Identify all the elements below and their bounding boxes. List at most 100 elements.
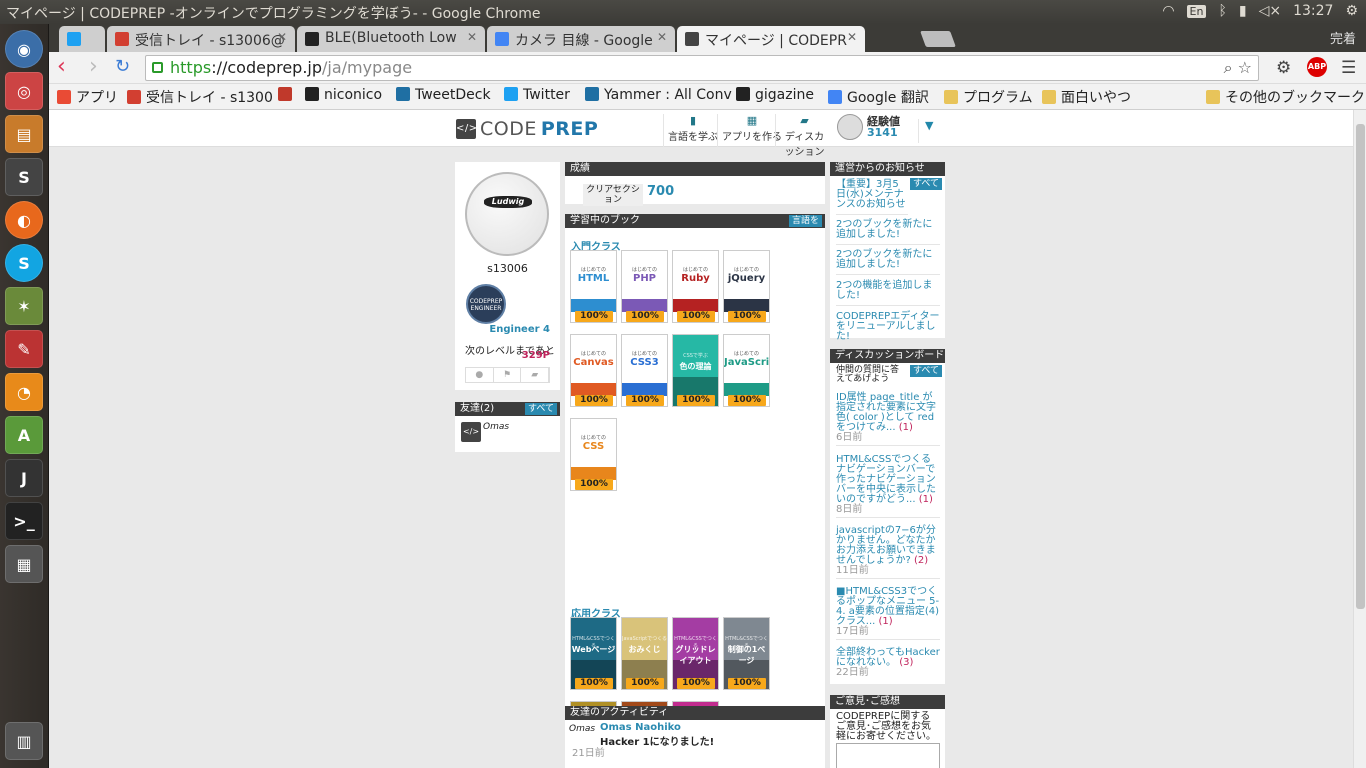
page-scrollbar[interactable] <box>1353 110 1366 768</box>
bluetooth-icon[interactable]: ᛒ <box>1218 3 1226 19</box>
notices-all-link[interactable]: すべて <box>909 178 942 190</box>
adblock-plus-icon[interactable]: ABP <box>1307 57 1327 77</box>
friend-avatar-codeprep[interactable]: </> <box>461 422 481 442</box>
bookmark-niconico[interactable]: niconico <box>305 87 382 103</box>
eclipse-icon[interactable]: ◔ <box>5 373 43 411</box>
friends-all-link[interactable]: すべて <box>524 403 557 415</box>
flag-icon[interactable]: ⚑ <box>494 368 522 382</box>
file-manager-icon[interactable]: ▤ <box>5 115 43 153</box>
notice-item[interactable]: 2つのブックを新たに追加しました! <box>836 250 940 275</box>
search-icon[interactable]: ⌕ <box>1224 58 1233 77</box>
bookmark-folder-fun[interactable]: 面白いやつ <box>1042 87 1131 107</box>
board-item-title[interactable]: ID属性 page_title が指定された要素に文字色( color )として… <box>836 392 936 433</box>
board-item-title[interactable]: 全部終わってもHackerになれない。 <box>836 647 940 668</box>
logo-text-prep: PREP <box>540 118 599 140</box>
dash-home-icon[interactable]: ◉ <box>5 30 43 68</box>
book-card[interactable]: はじめての Canvas 100% <box>570 334 617 407</box>
board-item[interactable]: HTML&CSSでつくるナビゲーションバーで作ったナビゲーションバーを中央に表示… <box>836 455 940 518</box>
terminal-icon[interactable]: >_ <box>5 502 43 540</box>
chrome-icon[interactable]: ◎ <box>5 72 43 110</box>
close-tab-icon[interactable]: ✕ <box>277 30 287 44</box>
system-settings-icon[interactable]: ✎ <box>5 330 43 368</box>
new-tab-button[interactable] <box>920 31 956 47</box>
bookmark-apps[interactable]: アプリ <box>57 87 118 107</box>
battery-icon[interactable]: ▮ <box>1239 3 1247 19</box>
tab-google-search[interactable]: カメラ 目線 - Google ✕ <box>487 26 675 52</box>
friend-avatar-omas[interactable]: Omas <box>483 422 509 442</box>
nav-learn-language[interactable]: ▮ 言語を学ぶ <box>663 114 722 147</box>
scrollbar-thumb[interactable] <box>1356 124 1365 609</box>
wifi-icon[interactable]: ◠ <box>1162 3 1174 19</box>
address-bar[interactable]: https://codeprep.jp/ja/mypage ⌕ ☆ <box>145 55 1259 81</box>
tab-gmail[interactable]: 受信トレイ - s13006@ ✕ <box>107 26 295 52</box>
board-item[interactable]: ID属性 page_title が指定された要素に文字色( color )として… <box>836 393 940 446</box>
feedback-box: ご意見･ご感想 CODEPREPに関するご意見･ご感想をお気軽にお寄せください。 <box>830 695 945 768</box>
intellij-icon[interactable]: J <box>5 459 43 497</box>
bookmark-unknown[interactable] <box>278 87 297 103</box>
firefox-icon[interactable]: ◐ <box>5 201 43 239</box>
book-card[interactable]: はじめての PHP 100% <box>621 250 668 323</box>
book-card[interactable]: JavaScriptでつくる おみくじ 100% <box>621 617 668 690</box>
comment-icon[interactable]: ▰ <box>521 368 550 382</box>
sublime-text-icon[interactable]: S <box>5 158 43 196</box>
codeprep-logo[interactable]: </> CODE PREP <box>456 118 598 140</box>
trash-icon[interactable]: ▥ <box>5 722 43 760</box>
chevron-down-icon[interactable]: ▼ <box>918 119 933 143</box>
person-icon[interactable]: ● <box>466 368 494 382</box>
board-item[interactable]: 全部終わってもHackerになれない。 (3) 22日前 <box>836 648 940 680</box>
back-arrow-icon[interactable]: ‹ <box>57 56 66 78</box>
tab-ble[interactable]: BLE(Bluetooth Low ✕ <box>297 26 485 52</box>
notice-item[interactable]: 2つの機能を追加しました! <box>836 281 940 306</box>
board-all-link[interactable]: すべて <box>909 365 942 377</box>
book-card[interactable]: はじめての CSS3 100% <box>621 334 668 407</box>
bookmark-twitter[interactable]: Twitter <box>504 87 570 103</box>
close-tab-icon[interactable]: ✕ <box>657 30 667 44</box>
profile-avatar[interactable]: Ludwig <box>465 172 549 256</box>
tab-twitter[interactable] <box>59 26 105 52</box>
bookmark-gigazine[interactable]: gigazine <box>736 87 814 103</box>
book-card[interactable]: HTML&CSSでつくる グリッドレイアウト 100% <box>672 617 719 690</box>
feedback-textarea[interactable] <box>836 743 940 768</box>
close-tab-icon[interactable]: ✕ <box>467 30 477 44</box>
chrome-menu-icon[interactable]: ☰ <box>1341 58 1356 78</box>
book-card[interactable]: はじめてのJavaScript 100% <box>723 334 770 407</box>
book-card[interactable]: HTML&CSSでつくる Webページ 100% <box>570 617 617 690</box>
reload-icon[interactable]: ↻ <box>115 56 130 78</box>
clock[interactable]: 13:27 <box>1293 3 1333 19</box>
book-card[interactable]: CSSで学ぶ 色の理論 100% <box>672 334 719 407</box>
bookmark-gmail[interactable]: 受信トレイ - s1300 <box>127 87 273 107</box>
bookmark-yammer[interactable]: Yammer : All Conv <box>585 87 732 103</box>
game-icon[interactable]: ✶ <box>5 287 43 325</box>
notice-item[interactable]: CODEPREPエディターをリニューアルしました! <box>836 312 940 346</box>
book-card[interactable]: はじめての HTML 100% <box>570 250 617 323</box>
notices-title: 運営からのお知らせ <box>835 163 925 174</box>
notice-item[interactable]: 【重要】3月5日(水)メンテナンスのお知らせ <box>836 180 908 215</box>
android-studio-icon[interactable]: A <box>5 416 43 454</box>
settings-gear-icon[interactable]: ⚙ <box>1345 3 1358 19</box>
close-tab-icon[interactable]: ✕ <box>847 30 857 44</box>
book-title: CSS3 <box>630 357 659 368</box>
bookmark-tweetdeck[interactable]: TweetDeck <box>396 87 491 103</box>
skype-icon[interactable]: S <box>5 244 43 282</box>
bookmark-folder-program[interactable]: プログラム <box>944 87 1033 107</box>
user-experience[interactable]: 経験値 3141 <box>837 114 900 140</box>
extension-gear-icon[interactable]: ⚙ <box>1276 58 1291 78</box>
bookmark-google-translate[interactable]: Google 翻訳 <box>828 87 929 107</box>
board-item[interactable]: javascriptの7−6が分かりません。どなたかお力添えお願いできませんでし… <box>836 526 940 579</box>
forward-arrow-icon[interactable]: › <box>89 56 98 78</box>
activity-user-name[interactable]: Omas Naohiko <box>600 722 681 733</box>
tab-codeprep[interactable]: マイページ | CODEPR ✕ <box>677 26 865 52</box>
books-language-link[interactable]: 言語を <box>788 215 822 227</box>
workspace-switcher-icon[interactable]: ▦ <box>5 545 43 583</box>
board-item[interactable]: ■HTML&CSS3でつくるポップなメニュー 5-4. a要素の位置指定(4) … <box>836 587 940 640</box>
notice-item[interactable]: 2つのブックを新たに追加しました! <box>836 220 940 245</box>
book-card[interactable]: はじめての Ruby 100% <box>672 250 719 323</box>
book-card[interactable]: はじめての CSS 100% <box>570 418 617 491</box>
book-card[interactable]: はじめての jQuery 100% <box>723 250 770 323</box>
bookmark-folder-other[interactable]: その他のブックマーク <box>1206 87 1365 107</box>
book-card[interactable]: HTML&CSSでつくる 制御の1ページ 100% <box>723 617 770 690</box>
volume-icon[interactable]: ◁× <box>1259 3 1282 19</box>
bookmark-star-icon[interactable]: ☆ <box>1238 58 1252 77</box>
nav-discussion[interactable]: ▰ ディスカッション <box>775 114 833 158</box>
keyboard-language[interactable]: En <box>1186 4 1207 18</box>
